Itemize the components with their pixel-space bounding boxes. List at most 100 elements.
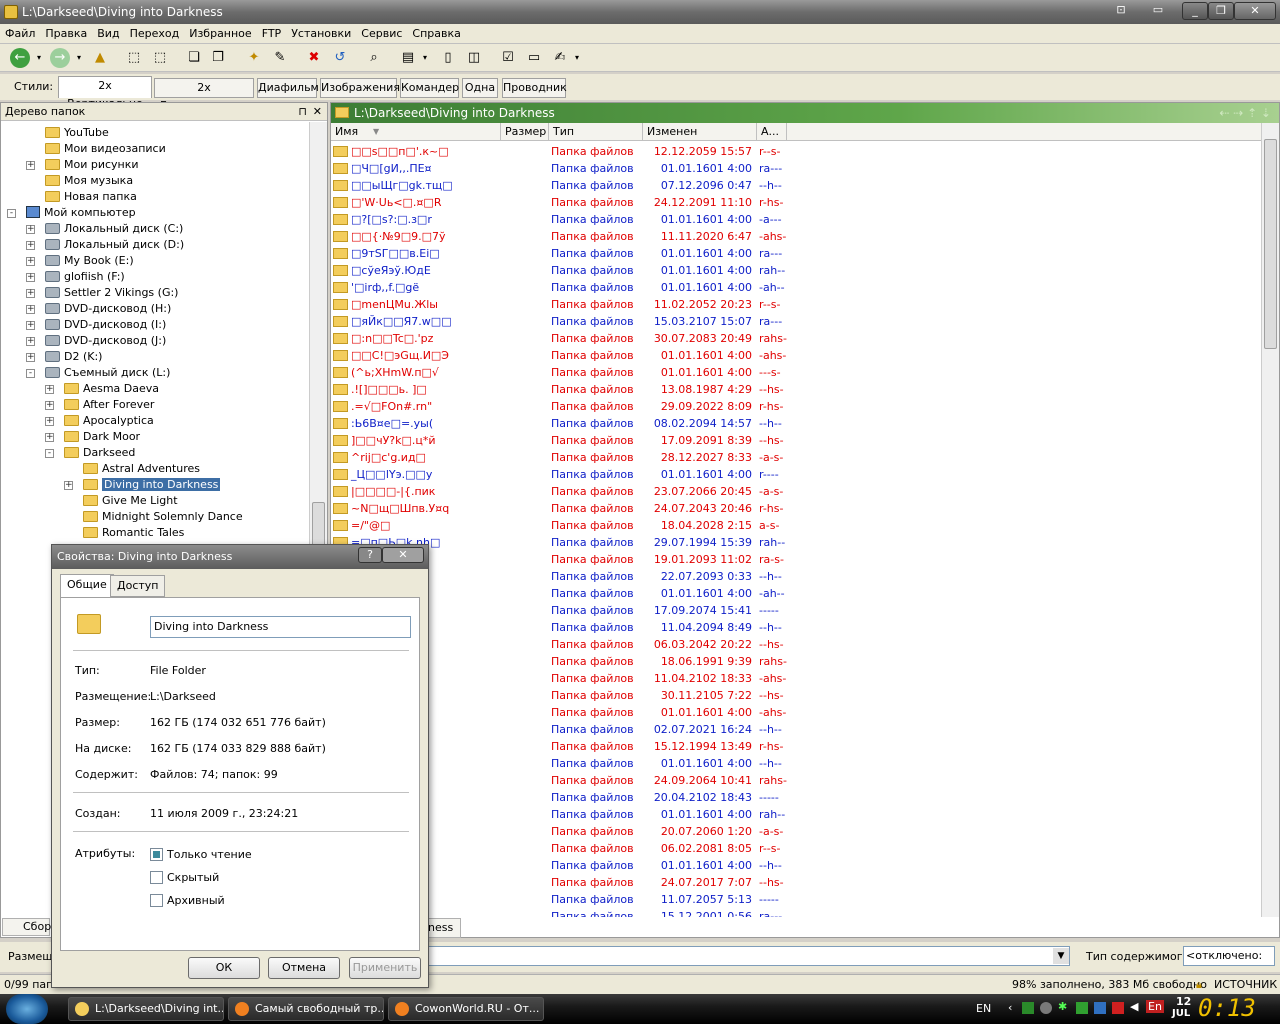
file-row[interactable]: □□□□□□aПапка файлов22.07.2093 0:33--h-- — [331, 568, 1261, 585]
tree-item[interactable]: Моя музыка — [45, 173, 133, 189]
tree-item[interactable]: DVD-дисковод (J:) — [45, 333, 166, 349]
copy-icon[interactable]: ❏ — [184, 48, 204, 68]
document-icon[interactable]: ▭ — [524, 48, 544, 68]
taskbar-task[interactable]: Самый свободный тр... — [228, 997, 384, 1021]
file-row[interactable]: □□□□□□Папка файлов24.09.2064 10:41rahs- — [331, 772, 1261, 789]
file-row[interactable]: □menЦMu.Жlы Папка файлов 11.02.2052 20:23 r… — [331, 296, 1261, 313]
folder-up-icon[interactable]: ▲ — [90, 48, 110, 68]
location-input[interactable] — [428, 946, 1070, 966]
file-row[interactable]: □□□□□□Папка файлов06.03.2042 20:22--hs- — [331, 636, 1261, 653]
style-tab[interactable]: Командер — [400, 78, 459, 98]
back-icon[interactable]: ← — [10, 48, 30, 68]
style-tab[interactable]: 2x Вертикально — [58, 76, 152, 110]
minimize-button[interactable]: _ — [1182, 2, 1208, 20]
select-icon[interactable]: ⬚ — [124, 48, 144, 68]
file-row[interactable]: □?[□s?:□.з□r Папка файлов 01.01.1601 4:00-… — [331, 211, 1261, 228]
tree-item[interactable]: Apocalyptica — [64, 413, 154, 429]
edit-dropdown-icon[interactable]: ▾ — [572, 48, 582, 68]
menu-item[interactable]: Правка — [40, 24, 92, 44]
start-button[interactable] — [6, 994, 48, 1024]
menu-item[interactable]: Переход — [125, 24, 185, 44]
file-row[interactable]: □яЙк□□Я7.w□□ Папка файлов 15.03.2107 15:07… — [331, 313, 1261, 330]
file-row[interactable]: □□□□□э□Папка файлов17.09.2074 15:41----- — [331, 602, 1261, 619]
file-row[interactable]: □□□□□HПапка файлов02.07.2021 16:24--h-- — [331, 721, 1261, 738]
file-row[interactable]: □□□□□phПапка файлов15.12.2001 0:56ra--- — [331, 908, 1261, 917]
view-mode-icon[interactable]: ▤ — [398, 48, 418, 68]
file-row[interactable]: |□□□□-|{.пик Папка файлов 23.07.2066 20:45… — [331, 483, 1261, 500]
ok-button[interactable]: ОК — [188, 957, 260, 979]
menu-item[interactable]: FTP — [257, 24, 287, 44]
tray-app-icon[interactable]: ✱ — [1058, 1000, 1067, 1013]
tree-bottom-tab[interactable]: Сбор — [2, 918, 51, 936]
tree-item[interactable]: Romantic Tales — [83, 525, 184, 541]
properties-icon[interactable]: ☑ — [498, 48, 518, 68]
file-row[interactable]: _Ц□□lYэ.□□у Папка файлов 01.01.1601 4:00 r-… — [331, 466, 1261, 483]
close-panel-icon[interactable]: ✕ — [313, 103, 322, 121]
file-row[interactable]: .=√□FOn#.rn" Папка файлов 29.09.2022 8:09 r… — [331, 398, 1261, 415]
taskbar-task[interactable]: CowonWorld.RU - От... — [388, 997, 544, 1021]
file-row[interactable]: □□ыЩг□gk.тщ□ Папка файлов 07.12.2096 0:47-… — [331, 177, 1261, 194]
volume-icon[interactable]: ◀ — [1130, 1000, 1138, 1013]
paste-icon[interactable]: ❐ — [208, 48, 228, 68]
nav-arrows-icon[interactable]: ⇠ ⇢ ⇡ ⇣ — [1219, 103, 1271, 123]
menu-item[interactable]: Установки — [286, 24, 356, 44]
file-row[interactable]: ]□□чУ?k□.ц*й Папка файлов 17.09.2091 8:39-… — [331, 432, 1261, 449]
tree-item[interactable]: glofiish (F:) — [45, 269, 125, 285]
layout-single-icon[interactable]: ▯ — [438, 48, 458, 68]
maximize-button[interactable]: ❐ — [1208, 2, 1234, 20]
undo-icon[interactable]: ↺ — [330, 48, 350, 68]
tree-item[interactable]: Dark Moor — [64, 429, 140, 445]
tray-expand-icon[interactable]: ‹ — [1008, 1001, 1012, 1014]
expand-toggle-icon[interactable]: + — [26, 225, 35, 234]
select-files-icon[interactable]: ⬚ — [150, 48, 170, 68]
restore-extra-icon[interactable]: ▭ — [1146, 2, 1170, 20]
expand-toggle-icon[interactable]: + — [26, 257, 35, 266]
file-row[interactable]: □□□□□□>Папка файлов19.01.2093 11:02ra-s- — [331, 551, 1261, 568]
file-row[interactable]: □□C!□эGщ.И□Э Папка файлов 01.01.1601 4:00-… — [331, 347, 1261, 364]
tree-item[interactable]: Give Me Light — [83, 493, 178, 509]
pin-window-icon[interactable]: ⊡ — [1108, 2, 1134, 20]
file-row[interactable]: □□□□□□□Папка файлов11.04.2102 18:33-ahs- — [331, 670, 1261, 687]
expand-toggle-icon[interactable]: + — [26, 305, 35, 314]
file-row[interactable]: =□п□Ь□k.nh□ Папка файлов 29.07.1994 15:39 r… — [331, 534, 1261, 551]
cancel-button[interactable]: Отмена — [268, 957, 340, 979]
file-row[interactable]: □□□□□□Папка файлов30.11.2105 7:22--hs- — [331, 687, 1261, 704]
file-row[interactable]: =/"@□ Папка файлов 18.04.2028 2:15 a-s- — [331, 517, 1261, 534]
expand-toggle-icon[interactable]: + — [64, 481, 73, 490]
help-button[interactable]: ? — [358, 547, 382, 563]
rename-icon[interactable]: ✎ — [270, 48, 290, 68]
tray-app-icon[interactable] — [1094, 1002, 1106, 1014]
tree-item[interactable]: Локальный диск (C:) — [45, 221, 183, 237]
expand-toggle-icon[interactable]: + — [26, 337, 35, 346]
file-row[interactable]: □□{·№9□9.□7ў Папка файлов 11.11.2020 6:47-… — [331, 228, 1261, 245]
menu-item[interactable]: Вид — [92, 24, 124, 44]
tree-item[interactable]: Мой компьютер — [26, 205, 136, 221]
tray-app-icon[interactable] — [1112, 1002, 1124, 1014]
tree-item[interactable]: Settler 2 Vikings (G:) — [45, 285, 178, 301]
tab-sharing[interactable]: Доступ — [110, 575, 166, 597]
tree-item[interactable]: Astral Adventures — [83, 461, 200, 477]
file-row[interactable]: □□□□□□Папка файлов01.01.1601 4:00-ah-- — [331, 585, 1261, 602]
close-button[interactable]: ✕ — [1234, 2, 1276, 20]
file-row[interactable]: □□□□□□Папка файлов01.01.1601 4:00-ahs- — [331, 704, 1261, 721]
attribute-checkbox[interactable] — [150, 871, 163, 884]
file-row[interactable]: □□□□□ЁПапка файлов20.04.2102 18:43----- — [331, 789, 1261, 806]
back-dropdown-icon[interactable]: ▾ — [34, 48, 44, 68]
folder-name-input[interactable]: Diving into Darkness — [150, 616, 411, 638]
file-scroll-thumb[interactable] — [1264, 139, 1277, 349]
tree-item[interactable]: Новая папка — [45, 189, 137, 205]
tree-item[interactable]: D2 (K:) — [45, 349, 102, 365]
tree-item[interactable]: YouTube — [45, 125, 109, 141]
apply-button[interactable]: Применить — [349, 957, 421, 979]
tree-item[interactable]: Мои рисунки — [45, 157, 139, 173]
forward-dropdown-icon[interactable]: ▾ — [74, 48, 84, 68]
file-list-scrollbar[interactable] — [1261, 123, 1279, 917]
tree-item[interactable]: My Book (E:) — [45, 253, 134, 269]
file-row[interactable]: □□□□□□Папка файлов15.12.1994 13:49r-hs- — [331, 738, 1261, 755]
tree-item[interactable]: Diving into Darkness — [83, 477, 221, 493]
search-icon[interactable]: ⌕ — [364, 48, 384, 68]
file-row[interactable]: □□□□□e□Папка файлов01.01.1601 4:00--h-- — [331, 755, 1261, 772]
expand-toggle-icon[interactable]: + — [26, 289, 35, 298]
file-row[interactable]: □□□□□□Папка файлов01.01.1601 4:00--h-- — [331, 857, 1261, 874]
expand-toggle-icon[interactable]: - — [26, 369, 35, 378]
